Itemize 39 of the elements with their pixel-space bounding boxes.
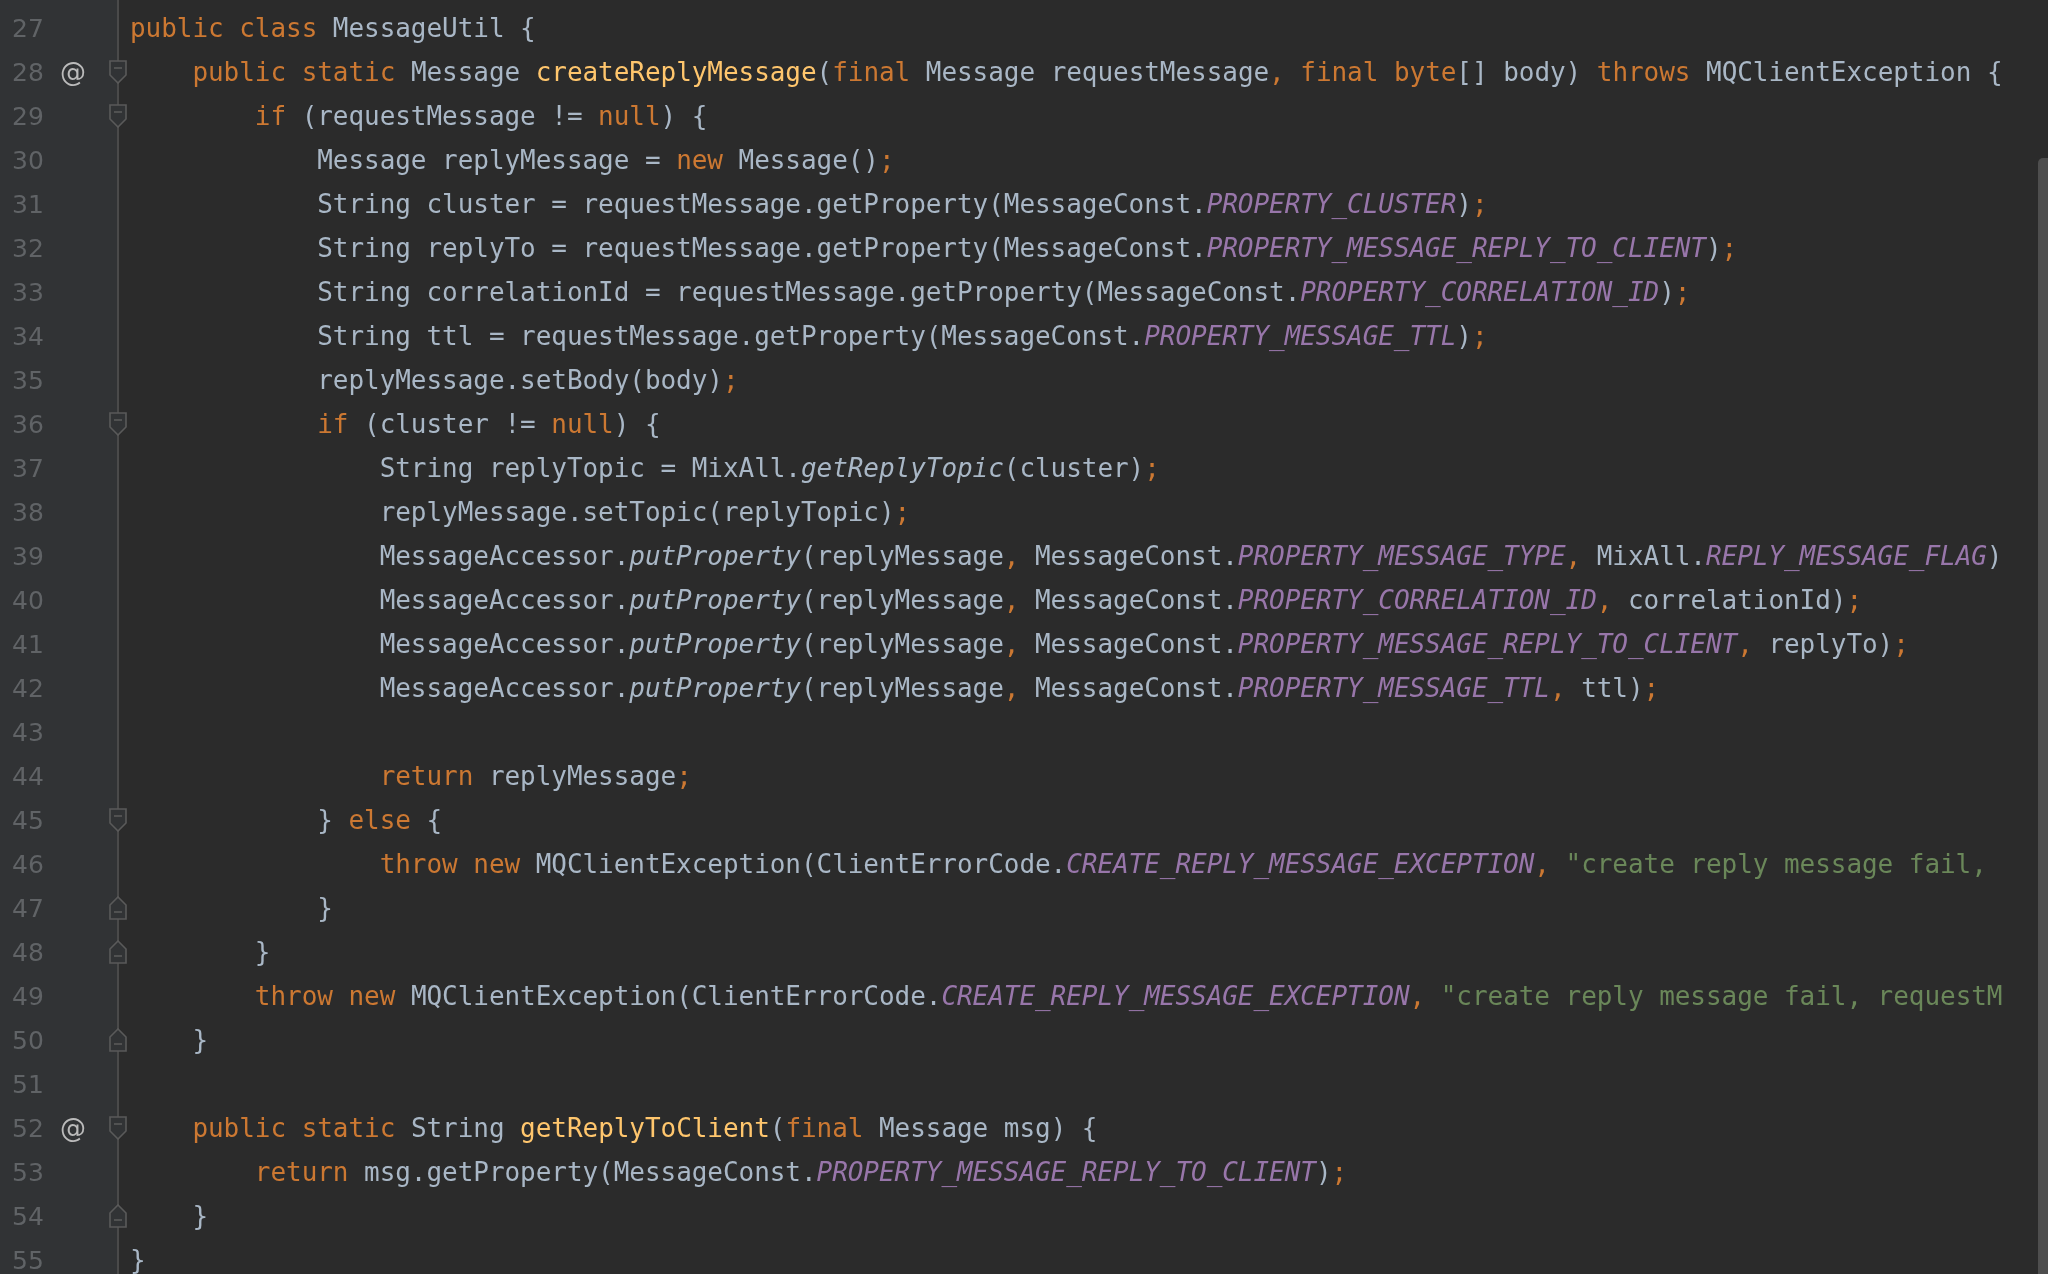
code-line: return replyMessage; (378, 761, 692, 791)
override-marker[interactable]: @ (60, 57, 86, 87)
code-line: } (130, 1245, 146, 1274)
code-line: MessageAccessor.putProperty(replyMessage, MessageConst.PROPERTY_MESSAGE_REPLY_TO_CLIENT, replyTo); (378, 629, 1909, 659)
fold-end-icon[interactable] (109, 1028, 127, 1052)
code-line: String cluster = requestMessage.getProperty(MessageConst.PROPERTY_CLUSTER); (316, 189, 1488, 219)
code-line: String ttl = requestMessage.getProperty(MessageConst.PROPERTY_MESSAGE_TTL); (316, 321, 1488, 351)
code-line: return msg.getProperty(MessageConst.PROPERTY_MESSAGE_REPLY_TO_CLIENT); (253, 1157, 1348, 1187)
code-line: } (253, 937, 271, 967)
code-line: MessageAccessor.putProperty(replyMessage, MessageConst.PROPERTY_CORRELATION_ID, correlationId); (378, 585, 1863, 615)
code-line: replyMessage.setBody(body); (316, 365, 739, 395)
code-line: throw new MQClientException(ClientErrorCode.CREATE_REPLY_MESSAGE_EXCEPTION, "create reply message fail, requestM (253, 981, 2003, 1011)
override-marker[interactable]: @ (60, 1113, 86, 1143)
code-line: replyMessage.setTopic(replyTopic); (378, 497, 911, 527)
fold-icon[interactable] (109, 104, 127, 128)
code-line: MessageAccessor.putProperty(replyMessage, MessageConst.PROPERTY_MESSAGE_TYPE, MixAll.REPLY_MESSAGE_FLAG) (378, 541, 2003, 571)
code-line: if (requestMessage != null) { (253, 101, 708, 131)
code-line: } else { (316, 805, 443, 835)
fold-icon[interactable] (109, 412, 127, 436)
code-line: } (316, 893, 333, 923)
code-line: if (cluster != null) { (316, 409, 661, 439)
scrollbar[interactable] (2038, 158, 2048, 1274)
code-line: public static Message createReplyMessage(final Message requestMessage, final byte[] body) throws MQClientException { (191, 57, 2003, 87)
fold-end-icon[interactable] (109, 940, 127, 964)
code-line: Message replyMessage = new Message(); (316, 145, 895, 175)
code-line: } (191, 1201, 209, 1231)
code-line: String replyTo = requestMessage.getProperty(MessageConst.PROPERTY_MESSAGE_REPLY_TO_CLIENT); (316, 233, 1738, 263)
code-line: } (191, 1025, 209, 1055)
code-line: MessageAccessor.putProperty(replyMessage, MessageConst.PROPERTY_MESSAGE_TTL, ttl); (378, 673, 1660, 703)
fold-icon[interactable] (109, 60, 127, 84)
code-line: public class MessageUtil { (130, 13, 536, 43)
fold-end-icon[interactable] (109, 1204, 127, 1228)
code-line: throw new MQClientException(ClientErrorCode.CREATE_REPLY_MESSAGE_EXCEPTION, "create reply message fail, (378, 849, 1987, 879)
code-line: public static String getReplyToClient(final Message msg) { (191, 1113, 1098, 1143)
fold-end-icon[interactable] (109, 896, 127, 920)
code-line: String correlationId = requestMessage.getProperty(MessageConst.PROPERTY_CORRELATION_ID); (316, 277, 1691, 307)
fold-icon[interactable] (109, 1116, 127, 1140)
fold-icon[interactable] (109, 808, 127, 832)
code-line: String replyTopic = MixAll.getReplyTopic(cluster); (378, 453, 1160, 483)
